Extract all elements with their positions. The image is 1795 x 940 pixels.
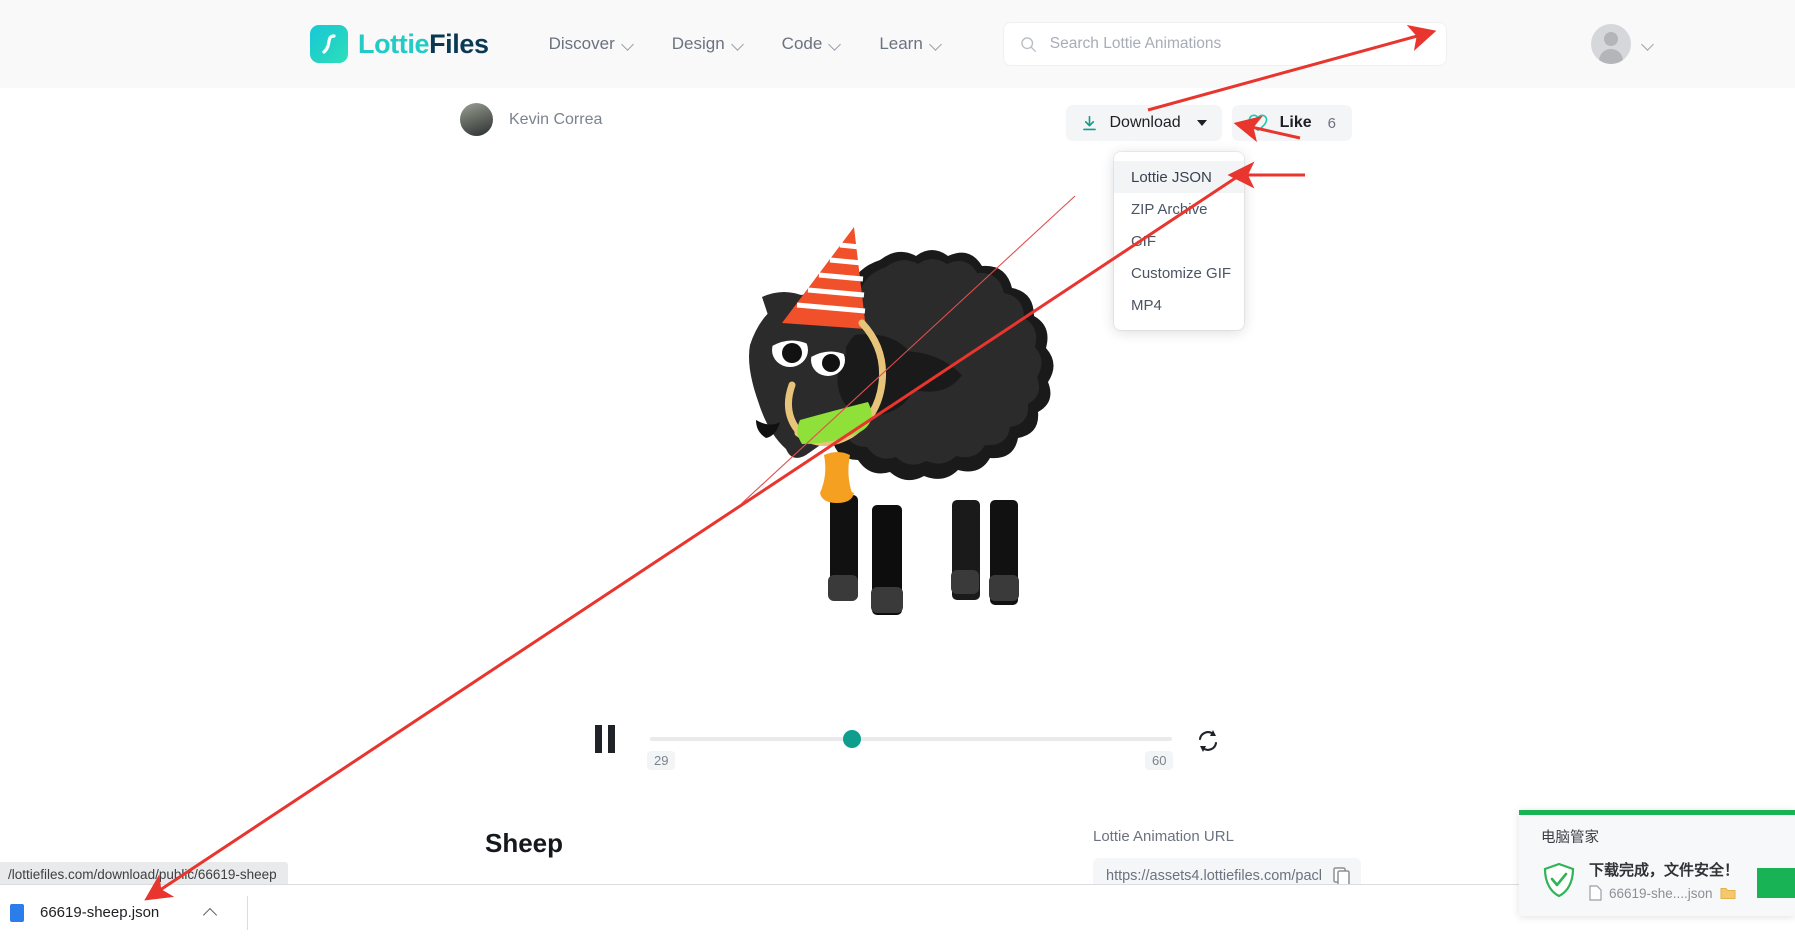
dropdown-label: Lottie JSON [1131,168,1212,186]
lottiefiles-logo-icon [310,25,348,63]
nav-label-discover: Discover [548,34,615,53]
security-toast-notification: 电脑管家 下载完成，文件安全！ 66619-she....json [1519,810,1795,916]
dropdown-item-customize-gif[interactable]: Customize GIF [1114,257,1244,289]
download-icon [1083,115,1097,130]
folder-icon[interactable] [1720,886,1736,900]
like-count: 6 [1327,114,1336,132]
logo-wordmark: LottieFiles [358,29,489,60]
logo-text-files: Files [429,28,489,59]
chevron-down-icon [931,39,942,50]
nav-item-code[interactable]: Code [782,34,842,54]
nav-item-learn[interactable]: Learn [879,34,941,54]
nav-item-discover[interactable]: Discover [549,34,634,54]
dropdown-label: Customize GIF [1131,264,1232,282]
animation-title: Sheep [485,828,564,858]
dropdown-label: GIF [1131,232,1156,250]
author-info[interactable]: Kevin Correa [460,103,602,136]
total-frames-label: 60 [1145,751,1174,770]
status-url-text: /lottiefiles.com/download/public/66619-s… [8,866,277,882]
dropdown-label: MP4 [1131,296,1162,314]
search-bar[interactable]: Search Lottie Animations [1003,23,1446,65]
dropdown-item-zip-archive[interactable]: ZIP Archive [1114,193,1244,225]
nav-label-code: Code [781,34,823,53]
chevron-down-icon [830,39,841,50]
party-hat-icon [782,227,866,329]
heart-icon [1248,114,1268,132]
current-frame-label: 29 [647,751,676,770]
nav-label-learn: Learn [879,34,923,53]
dropdown-item-gif[interactable]: GIF [1114,225,1244,257]
toast-title: 电脑管家 [1541,830,1599,846]
author-avatar [460,103,493,136]
sheep-animation-artwork [749,227,1054,615]
dropdown-item-mp4[interactable]: MP4 [1114,289,1244,321]
animation-stage [0,150,1795,690]
site-header: LottieFiles Discover Design Code Learn S… [0,0,1795,88]
download-button-label: Download [1109,114,1181,131]
file-icon [10,903,24,922]
main-navigation: Discover Design Code Learn [549,34,942,54]
toast-action-chip[interactable] [1757,868,1795,898]
dropdown-label: ZIP Archive [1131,200,1208,218]
chevron-down-icon[interactable] [1643,39,1654,50]
toast-filename: 66619-she....json [1609,885,1713,901]
lottie-url-label: Lottie Animation URL [1093,828,1234,845]
file-icon [1589,885,1602,901]
timeline-slider-knob[interactable] [843,730,861,748]
nav-label-design: Design [671,34,725,53]
browser-status-url: /lottiefiles.com/download/public/66619-s… [0,862,288,886]
shield-check-icon [1541,861,1577,904]
download-format-dropdown: Lottie JSON ZIP Archive GIF Customize GI… [1114,152,1244,330]
logo-s-curve-icon [322,34,336,54]
dropdown-item-lottie-json[interactable]: Lottie JSON [1114,161,1244,193]
logo-text-lottie: Lottie [358,28,430,59]
account-menu[interactable] [1590,24,1654,64]
user-avatar-icon[interactable] [1590,24,1631,64]
divider [247,895,249,930]
download-button[interactable]: Download [1066,105,1222,141]
pause-icon[interactable] [595,725,621,753]
download-item[interactable]: 66619-sheep.json [0,885,219,940]
copy-icon[interactable] [1333,866,1351,886]
author-name: Kevin Correa [509,110,603,128]
lottie-url-value: https://assets4.lottiefiles.com/pacl [1106,868,1322,884]
chevron-down-icon [623,39,634,50]
download-filename: 66619-sheep.json [40,904,160,921]
chevron-up-icon[interactable] [205,906,219,920]
chevron-down-icon [733,39,744,50]
action-buttons: Download Like 6 [1066,105,1352,141]
like-button[interactable]: Like 6 [1231,105,1352,141]
lottiefiles-logo[interactable]: LottieFiles [310,25,489,63]
timeline-slider[interactable] [650,737,1172,741]
caret-down-icon[interactable] [1196,120,1207,126]
search-icon [1021,36,1036,52]
loop-icon[interactable] [1195,728,1221,759]
page-root: LottieFiles Discover Design Code Learn S… [0,0,1795,940]
search-placeholder: Search Lottie Animations [1049,35,1222,52]
like-button-label: Like [1279,114,1312,131]
nav-item-design[interactable]: Design [672,34,744,54]
animation-player-controls: 29 60 [595,715,1235,785]
toast-message: 下载完成，文件安全！ [1589,862,1740,879]
